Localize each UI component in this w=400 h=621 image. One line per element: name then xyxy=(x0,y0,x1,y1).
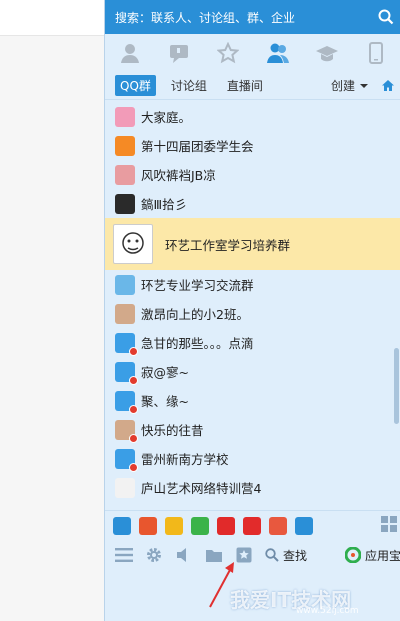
home-icon xyxy=(382,80,394,91)
group-avatar xyxy=(115,135,135,156)
group-name: 急甘的那些。。。点滴 xyxy=(141,336,254,351)
group-avatar xyxy=(115,303,135,324)
volume-button[interactable] xyxy=(173,544,195,566)
group-name: 寂@寥~ xyxy=(141,365,189,380)
group-name: 雷州新南方学校 xyxy=(141,452,229,467)
group-list-item[interactable]: 急甘的那些。。。点滴 xyxy=(105,328,400,357)
tab-messages[interactable] xyxy=(154,34,203,72)
status-badge xyxy=(129,375,138,385)
app-store-button[interactable]: 应用宝 xyxy=(344,547,400,564)
group-list-item[interactable]: 第十四届团委学生会 xyxy=(105,131,400,160)
group-name: 环艺工作室学习培养群 xyxy=(165,237,291,253)
background-window xyxy=(0,0,104,621)
search-icon xyxy=(265,548,279,562)
group-list-item[interactable]: 鎬Ⅲ拾彡 xyxy=(105,189,400,218)
group-name: 第十四届团委学生会 xyxy=(141,139,254,154)
group-name: 快乐的往昔 xyxy=(141,423,204,438)
status-badge xyxy=(129,404,138,414)
group-avatar xyxy=(115,390,138,414)
app-store-label: 应用宝 xyxy=(364,548,400,563)
group-list-item[interactable]: 风吹裤裆JB凉 xyxy=(105,160,400,189)
status-badge xyxy=(129,462,138,472)
group-list-item[interactable]: 庐山艺术网络特训营4 xyxy=(105,473,400,502)
tab-devices[interactable] xyxy=(352,34,400,72)
search-icon[interactable] xyxy=(371,0,400,34)
group-avatar xyxy=(113,224,153,264)
group-list: 大家庭。第十四届团委学生会 风吹裤裆JB凉 鎬Ⅲ拾彡环艺工作室学习培养群环艺专业学习… xyxy=(105,102,400,506)
find-button[interactable]: 查找 xyxy=(265,547,307,564)
group-list-item[interactable]: 聚、缘~ xyxy=(105,386,400,415)
menu-button[interactable] xyxy=(113,544,135,566)
group-list-item[interactable]: 快乐的往昔 xyxy=(105,415,400,444)
app-shortcut-icon[interactable] xyxy=(191,516,209,535)
group-avatar xyxy=(115,448,138,472)
background-toolbar xyxy=(0,0,104,36)
group-avatar xyxy=(115,164,135,185)
hat-icon xyxy=(315,46,338,62)
list-scrollbar[interactable] xyxy=(394,348,399,424)
group-list-item[interactable]: 激昂向上的小2班。 xyxy=(105,299,400,328)
app-grid-icon[interactable] xyxy=(381,515,397,536)
app-shortcut-icon[interactable] xyxy=(113,516,131,535)
group-name: 鎬Ⅲ拾彡 xyxy=(141,197,188,212)
group-icon xyxy=(266,43,289,63)
search-input[interactable]: 搜索：联系人、讨论组、群、企业 xyxy=(115,9,371,26)
speaker-icon xyxy=(177,548,186,562)
tab-school[interactable] xyxy=(302,34,351,72)
tab-contacts[interactable] xyxy=(105,34,154,72)
phone-icon xyxy=(369,42,384,64)
group-list-item[interactable]: 大家庭。 xyxy=(105,102,400,131)
menu-icon xyxy=(115,548,133,562)
app-shortcut-icon[interactable] xyxy=(295,516,313,535)
bottom-toolbar: 查找 应用宝 xyxy=(105,540,400,570)
app-shortcut-icon[interactable] xyxy=(243,516,261,535)
group-name: 环艺专业学习交流群 xyxy=(141,278,254,293)
group-avatar xyxy=(115,332,138,356)
group-avatar xyxy=(115,419,138,443)
group-avatar xyxy=(115,106,135,127)
group-list-item[interactable]: 雷州新南方学校 xyxy=(105,444,400,473)
qq-main-panel: 搜索：联系人、讨论组、群、企业 QQ群 讨论组 直播间 创建 大家庭。 第十四届… xyxy=(104,0,400,621)
contact-icon xyxy=(120,44,139,63)
group-avatar xyxy=(115,274,135,295)
app-store-icon xyxy=(344,547,361,563)
home-button[interactable] xyxy=(375,79,400,92)
app-shortcut-icon[interactable] xyxy=(165,516,183,535)
group-name: 庐山艺术网络特训营4 xyxy=(141,481,262,496)
group-list-item[interactable]: 环艺专业学习交流群 xyxy=(105,270,400,299)
app-shortcut-icon[interactable] xyxy=(217,516,235,535)
app-shortcut-icon[interactable] xyxy=(139,516,157,535)
app-toolbar xyxy=(105,510,400,540)
tab-discussion[interactable]: 讨论组 xyxy=(166,75,212,96)
chevron-down-icon xyxy=(360,83,368,88)
settings-button[interactable] xyxy=(143,544,165,566)
app-shortcut-icon[interactable] xyxy=(269,516,287,535)
star-box-icon xyxy=(236,547,252,563)
tab-live[interactable]: 直播间 xyxy=(222,75,268,96)
group-name: 风吹裤裆JB凉 xyxy=(141,168,216,183)
main-tabs xyxy=(105,34,400,72)
watermark-url: www.52ij.com xyxy=(296,606,359,616)
group-list-item[interactable]: 环艺工作室学习培养群 xyxy=(105,218,400,270)
group-list-item[interactable]: 寂@寥~ xyxy=(105,357,400,386)
create-button[interactable]: 创建 xyxy=(331,77,369,94)
tab-groups[interactable] xyxy=(253,34,302,72)
chat-icon xyxy=(169,45,188,63)
tab-qq-group[interactable]: QQ群 xyxy=(115,75,156,96)
group-subtabs: QQ群 讨论组 直播间 创建 xyxy=(105,72,400,100)
tab-favorites[interactable] xyxy=(204,34,253,72)
group-avatar xyxy=(115,361,138,385)
group-avatar xyxy=(115,193,135,214)
search-bar[interactable]: 搜索：联系人、讨论组、群、企业 xyxy=(105,0,400,34)
group-avatar xyxy=(115,477,135,498)
gear-icon xyxy=(147,548,161,562)
star-icon xyxy=(217,42,240,64)
group-name: 聚、缘~ xyxy=(141,394,189,409)
create-label: 创建 xyxy=(330,79,355,93)
status-badge xyxy=(129,433,138,443)
find-label: 查找 xyxy=(283,548,308,563)
status-badge xyxy=(129,346,138,356)
group-name: 大家庭。 xyxy=(141,110,192,125)
group-name: 激昂向上的小2班。 xyxy=(141,307,249,322)
